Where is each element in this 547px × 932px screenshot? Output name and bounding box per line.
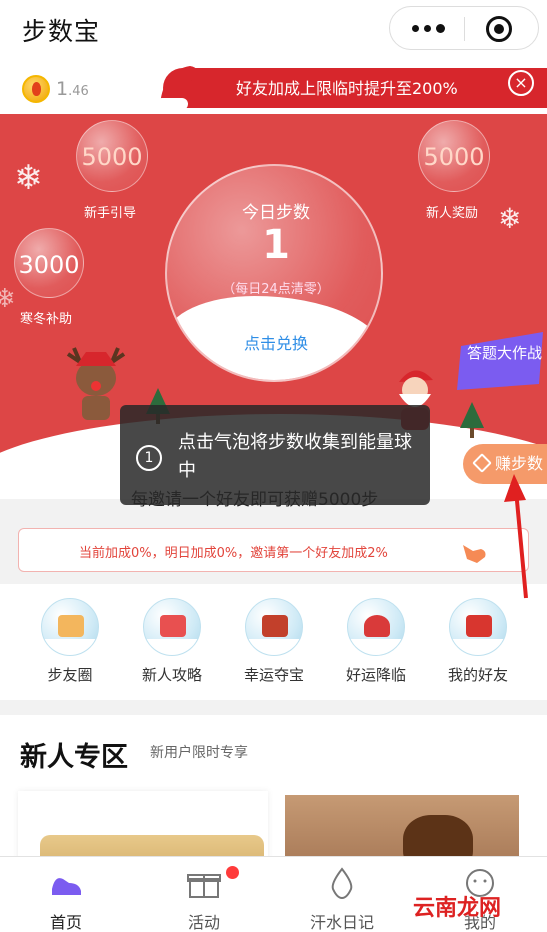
newbie-section: 新人专区 新用户限时专享 [0,715,547,895]
tab-activity[interactable]: 活动 [144,857,264,932]
status-row: 1.46 好友加成上限临时提升至200% × [0,60,547,118]
section-subtitle: 新用户限时专享 [150,745,248,761]
capsule-divider [464,17,465,41]
bubble-value: 5000 [81,143,143,171]
exchange-link[interactable]: 点击兑换 [167,330,381,354]
feature-lucky-draw[interactable]: 幸运夺宝 [234,598,314,685]
bubble-label: 新手引导 [84,206,137,221]
close-mini-program-icon[interactable] [486,16,512,42]
coin-balance: 1.46 [56,78,89,100]
today-steps-title: 今日步数 [242,203,310,223]
badge-text: 答题大作战 [467,344,542,362]
sneaker-icon [52,878,81,895]
shop-globe-icon [143,598,201,656]
cake-globe-icon [41,598,99,656]
today-steps-value: 1 [262,222,290,268]
coin-icon [22,75,50,103]
feature-newbie-guide[interactable]: 新人攻略 [132,598,212,685]
notification-dot [226,866,239,879]
red-arrow-annotation [504,474,528,599]
tab-sweat-diary[interactable]: 汗水日记 [282,857,402,932]
feature-label: 步友圈 [47,666,93,684]
tab-label: 活动 [187,913,220,932]
bubble-label: 寒冬补助 [20,312,73,327]
today-steps-bubble[interactable]: 今日步数 1 （每日24点清零） 点击兑换 [165,164,383,382]
tab-label: 汗水日记 [309,913,374,932]
bonus-text: 当前加成0%，明日加成0%，邀请第一个好友加成2% [79,546,388,561]
feature-step-friends[interactable]: 步友圈 [30,598,110,685]
bubble-newcomer-reward[interactable]: 5000 [418,120,490,192]
bonus-strip[interactable]: 当前加成0%，明日加成0%，邀请第一个好友加成2% [18,528,529,572]
coin-balance-decimal: .46 [68,84,89,99]
hint-toast: 1 点击气泡将步数收集到能量球中 [120,405,430,505]
feature-row: 步友圈 新人攻略 幸运夺宝 好运降临 我的好友 [0,584,547,700]
snowflake-icon: ❄ [0,284,16,314]
bubble-label: 新人奖励 [426,206,479,221]
snowflake-icon: ❄ [14,158,43,198]
feature-label: 幸运夺宝 [243,666,304,684]
pointing-hand-icon [463,545,486,563]
feature-label: 好运降临 [345,666,406,684]
more-options-icon[interactable] [412,24,446,33]
toast-text: 点击气泡将步数收集到能量球中 [178,432,412,481]
feature-label: 新人攻略 [141,666,202,684]
tree-icon [460,402,484,438]
mini-program-capsule [389,6,539,50]
quiz-battle-badge[interactable]: 答题大作战 [453,326,547,396]
bubble-value: 5000 [423,143,485,171]
reset-note: （每日24点清零） [222,282,330,297]
gift-icon [187,874,221,898]
watermark-text: 云南龙网 [413,896,502,921]
bubble-winter-subsidy[interactable]: 3000 [14,228,84,298]
feature-label: 我的好友 [447,666,508,684]
feature-good-luck[interactable]: 好运降临 [336,598,416,685]
promo-text: 好友加成上限临时提升至200% [236,79,458,98]
coin-balance-int: 1 [56,78,69,100]
step-number-icon: 1 [136,445,162,471]
santa-hat-icon [154,66,198,118]
close-icon[interactable]: × [508,70,534,96]
tab-home[interactable]: 首页 [6,857,126,932]
section-title: 新人专区 [20,742,128,773]
feature-my-friends[interactable]: 我的好友 [438,598,518,685]
house-globe-icon [449,598,507,656]
tab-label: 首页 [49,913,82,932]
snowflake-icon: ❄ [498,202,522,235]
app-page: 步数宝 1.46 好友加成上限临时提升至200% × ❄ ❄ ❄ 5000 新手… [0,0,547,932]
top-bar: 步数宝 [0,0,547,60]
bubble-newbie-guide[interactable]: 5000 [76,120,148,192]
bell-globe-icon [347,598,405,656]
bubble-value: 3000 [18,251,80,279]
drop-icon [331,867,353,900]
pencil-icon [472,453,492,473]
app-title: 步数宝 [22,17,101,46]
film-globe-icon [245,598,303,656]
